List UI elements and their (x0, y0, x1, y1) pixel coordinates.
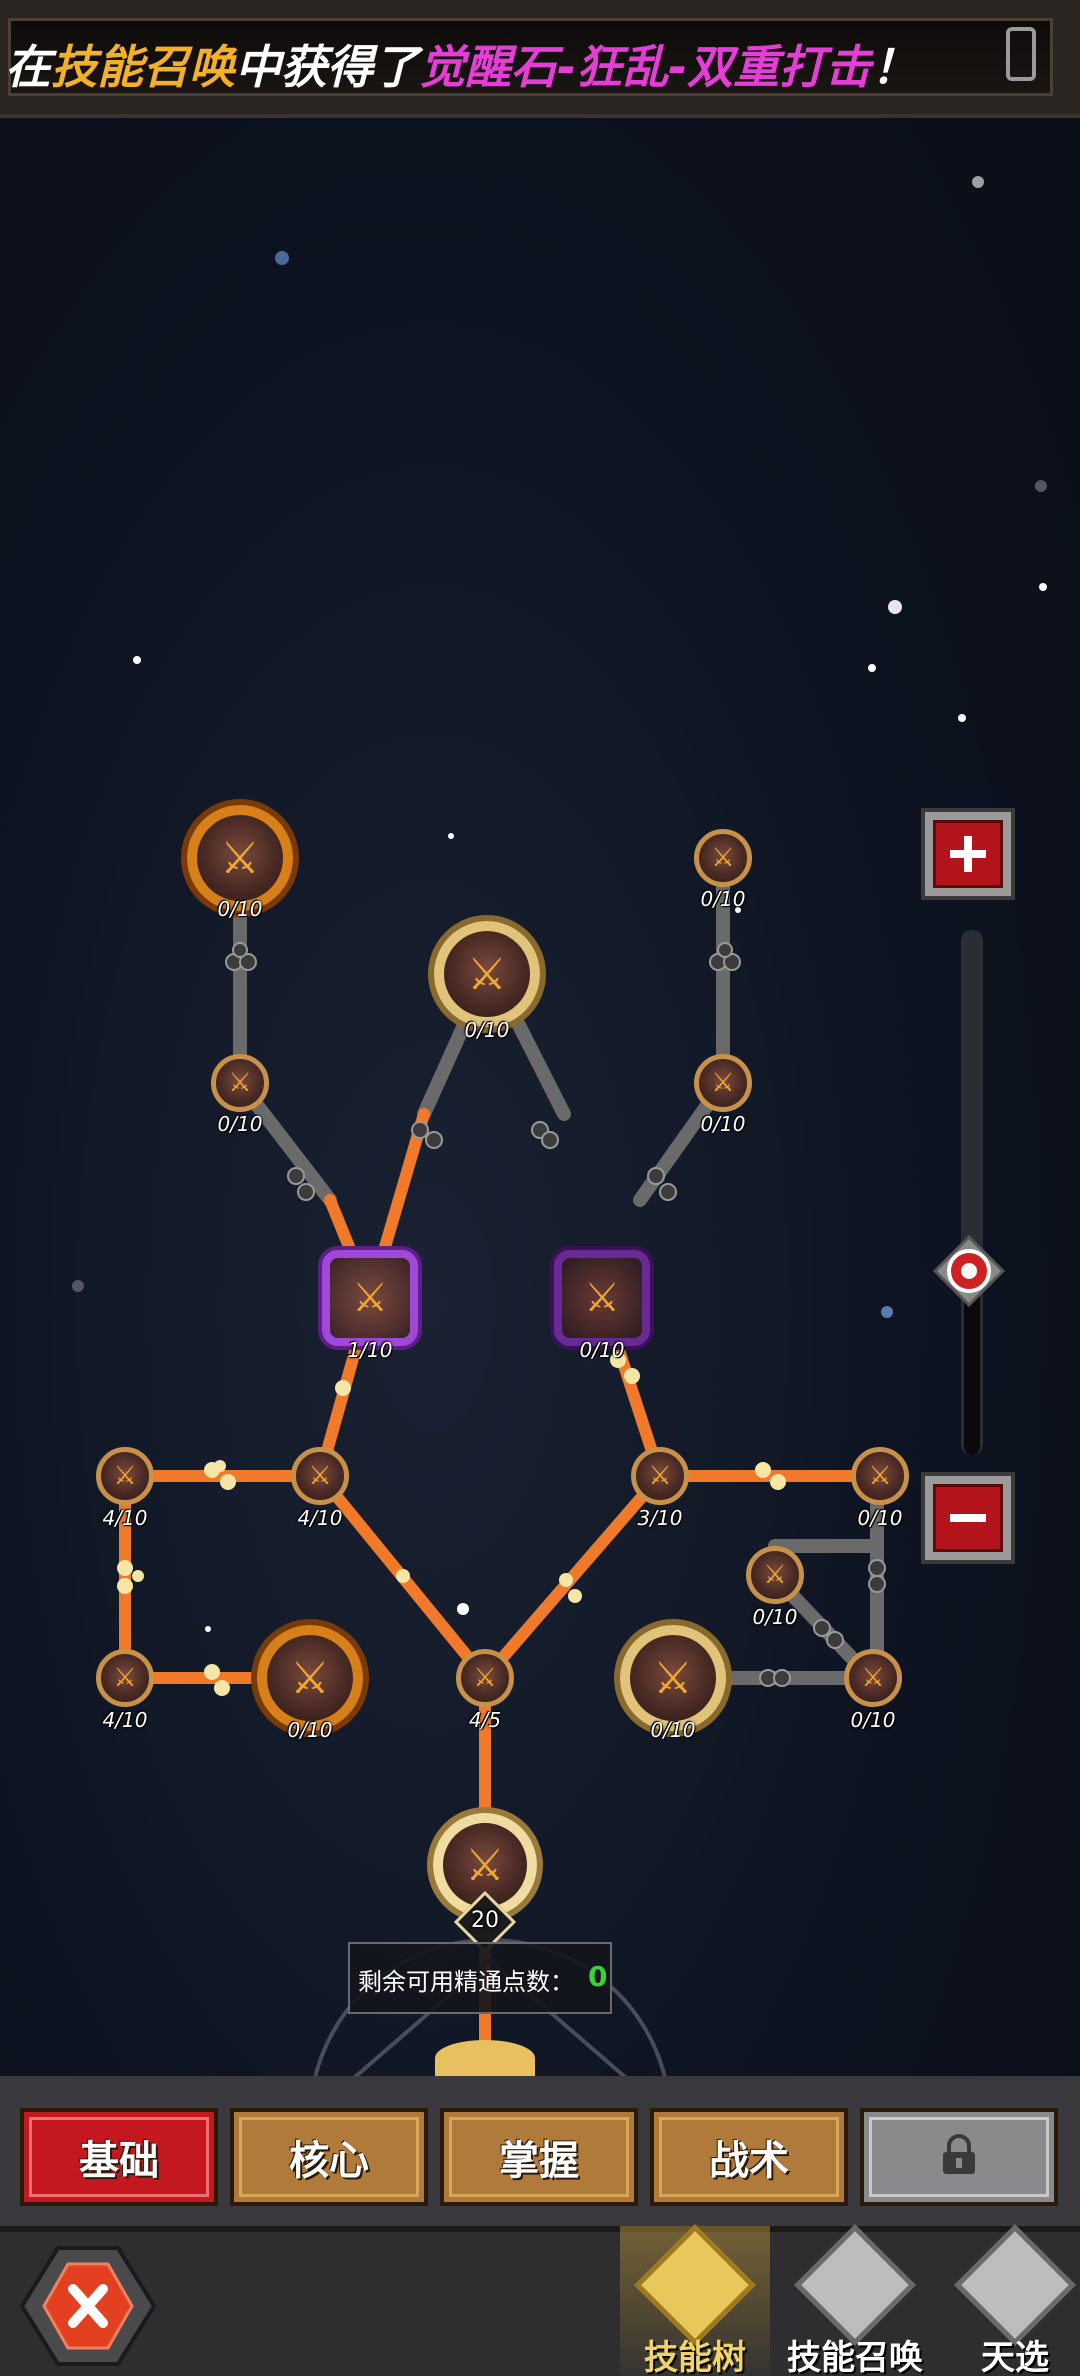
skill-node-top-center[interactable]: ⚔ (434, 921, 540, 1027)
skill-icon: ⚔ (653, 1652, 693, 1704)
mastery-points-panel: 剩余可用精通点数： 0 (348, 1942, 612, 2014)
node-level: 0/10 (287, 1718, 333, 1742)
mastery-points-label: 剩余可用精通点数： (358, 1968, 574, 1996)
announcement-part: 技能召唤 (51, 40, 235, 94)
banner-close-button[interactable] (1006, 27, 1036, 81)
skill-icon: ⚔ (861, 1663, 885, 1693)
zoom-out-button[interactable] (921, 1472, 1015, 1564)
zoom-in-button[interactable] (921, 808, 1015, 900)
tree-connections (72, 176, 1047, 2302)
announcement-part: 中获得了 (235, 40, 419, 94)
node-level: 0/10 (579, 1338, 625, 1362)
tab-frame: 核心 (239, 2117, 419, 2197)
node-level: 4/5 (468, 1708, 502, 1732)
node-level: 1/10 (347, 1338, 393, 1362)
node-level: 20 (471, 1908, 499, 1933)
node-level: 0/10 (857, 1506, 903, 1530)
skill-node-top-left[interactable]: ⚔ (187, 805, 293, 911)
minus-icon (933, 1484, 1003, 1552)
zoom-slider-handle[interactable] (932, 1234, 1006, 1308)
skill-icon: ⚔ (308, 1461, 332, 1491)
skill-icon: ⚔ (352, 1275, 388, 1321)
announcement-banner: 在技能召唤中获得了觉醒石-狂乱-双重打击！ (0, 0, 1080, 118)
nav-chosen[interactable]: 天选 (940, 2224, 1080, 2376)
skill-icon: ⚔ (113, 1663, 137, 1693)
announcement-part: 觉醒石-狂乱-双重打击 (419, 40, 872, 94)
skill-icon: ⚔ (220, 832, 260, 884)
tab-frame: 掌握 (449, 2117, 629, 2197)
announcement-panel: 在技能召唤中获得了觉醒石-狂乱-双重打击！ (5, 18, 1053, 97)
tree-base-ornament (435, 2040, 535, 2076)
tab-label: 战术 (709, 2138, 789, 2184)
skill-node[interactable]: ⚔ (211, 1054, 269, 1112)
skill-icon: ⚔ (584, 1275, 620, 1321)
skill-node[interactable]: ⚔ (844, 1649, 902, 1707)
node-level: 0/10 (850, 1708, 896, 1732)
announcement-part: 在 (5, 40, 51, 94)
node-level: 0/10 (217, 1112, 263, 1136)
lock-icon (937, 2132, 981, 2182)
tab-basic[interactable]: 基础 (20, 2108, 218, 2206)
skill-tree-icon (634, 2224, 756, 2346)
announcement-part: ！ (871, 40, 918, 94)
skill-node[interactable]: ⚔ (456, 1649, 514, 1707)
skill-icon: ⚔ (711, 1068, 735, 1098)
tab-frame: 基础 (29, 2117, 209, 2197)
skill-icon: ⚔ (290, 1652, 330, 1704)
node-level: 0/10 (700, 1112, 746, 1136)
skill-node-purple-right[interactable]: ⚔ (554, 1250, 650, 1346)
node-level: 4/10 (102, 1708, 148, 1732)
nav-label: 天选 (981, 2338, 1049, 2376)
tab-locked[interactable] (860, 2108, 1058, 2206)
close-button[interactable] (18, 2244, 158, 2368)
skill-node[interactable]: ⚔ (746, 1546, 804, 1604)
node-level: 0/10 (217, 897, 263, 921)
nav-skill-tree[interactable]: 技能树 (620, 2224, 770, 2376)
skill-node[interactable]: ⚔ (631, 1447, 689, 1505)
nav-skill-summon[interactable]: 技能召唤 (780, 2224, 930, 2376)
tab-frame: 战术 (659, 2117, 839, 2197)
skill-icon: ⚔ (467, 948, 507, 1000)
skill-node[interactable]: ⚔ (694, 829, 752, 887)
tab-label: 核心 (289, 2138, 369, 2184)
skill-icon: ⚔ (711, 843, 735, 873)
skill-node-bottom-right-gold[interactable]: ⚔ (620, 1625, 726, 1731)
tab-mastery[interactable]: 掌握 (440, 2108, 638, 2206)
tab-frame (869, 2117, 1049, 2197)
announcement-text: 在技能召唤中获得了觉醒石-狂乱-双重打击！ (5, 31, 917, 97)
plus-icon (933, 820, 1003, 888)
nav-label: 技能召唤 (787, 2338, 923, 2376)
nav-label: 技能树 (644, 2338, 746, 2376)
skill-icon: ⚔ (228, 1068, 252, 1098)
node-level: 0/10 (752, 1605, 798, 1629)
node-level: 0/10 (700, 887, 746, 911)
skill-node[interactable]: ⚔ (96, 1447, 154, 1505)
skill-icon: ⚔ (473, 1663, 497, 1693)
tab-label: 掌握 (499, 2138, 579, 2184)
skill-icon: ⚔ (648, 1461, 672, 1491)
node-level: 3/10 (637, 1506, 683, 1530)
tab-core[interactable]: 核心 (230, 2108, 428, 2206)
node-level: 0/10 (650, 1718, 696, 1742)
skill-node[interactable]: ⚔ (291, 1447, 349, 1505)
mastery-points-value: 0 (588, 1960, 608, 1993)
node-level: 4/10 (297, 1506, 343, 1530)
chosen-lock-icon (954, 2224, 1076, 2346)
skill-node[interactable]: ⚔ (851, 1447, 909, 1505)
skill-summon-icon (794, 2224, 916, 2346)
skill-tree-screen: { "banner": { "parts": [ {"text": "在", "… (0, 0, 1080, 2376)
tab-label: 基础 (79, 2138, 159, 2184)
skill-icon: ⚔ (868, 1461, 892, 1491)
skill-icon: ⚔ (113, 1461, 137, 1491)
skill-node[interactable]: ⚔ (96, 1649, 154, 1707)
skill-icon: ⚔ (763, 1560, 787, 1590)
node-level: 4/10 (102, 1506, 148, 1530)
tab-tactics[interactable]: 战术 (650, 2108, 848, 2206)
skill-node-bottom-left-star[interactable]: ⚔ (257, 1625, 363, 1731)
node-level: 0/10 (464, 1018, 510, 1042)
skill-node[interactable]: ⚔ (694, 1054, 752, 1112)
skill-node-purple-left[interactable]: ⚔ (322, 1250, 418, 1346)
